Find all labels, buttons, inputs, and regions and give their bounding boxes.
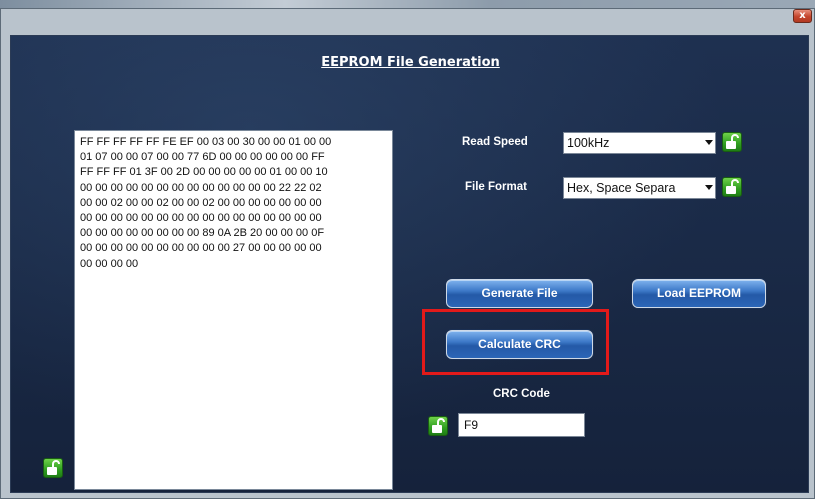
hex-content-textarea[interactable]: FF FF FF FF FF FE EF 00 03 00 30 00 00 0… — [74, 130, 393, 490]
generate-file-button[interactable]: Generate File — [446, 279, 593, 308]
file-format-label: File Format — [465, 181, 527, 193]
chevron-down-icon — [705, 140, 713, 145]
chevron-down-icon — [705, 185, 713, 190]
crc-lock-icon[interactable] — [428, 416, 448, 436]
crc-highlight-box — [422, 309, 609, 375]
load-eeprom-button[interactable]: Load EEPROM — [632, 279, 766, 308]
crc-code-field[interactable]: F9 — [458, 413, 585, 437]
eeprom-panel: EEPROM File Generation FF FF FF FF FF FE… — [10, 35, 809, 493]
read-speed-label: Read Speed — [462, 136, 528, 148]
file-format-lock-icon[interactable] — [722, 177, 742, 197]
read-speed-value: 100kHz — [567, 136, 610, 150]
file-format-select[interactable]: Hex, Space Separa — [563, 177, 716, 199]
close-icon[interactable]: x — [793, 9, 812, 23]
file-format-value: Hex, Space Separa — [567, 181, 676, 195]
hex-lock-icon[interactable] — [43, 458, 63, 478]
crc-code-label: CRC Code — [493, 388, 550, 400]
page-title: EEPROM File Generation — [321, 55, 500, 70]
read-speed-select[interactable]: 100kHz — [563, 132, 716, 154]
read-speed-lock-icon[interactable] — [722, 132, 742, 152]
